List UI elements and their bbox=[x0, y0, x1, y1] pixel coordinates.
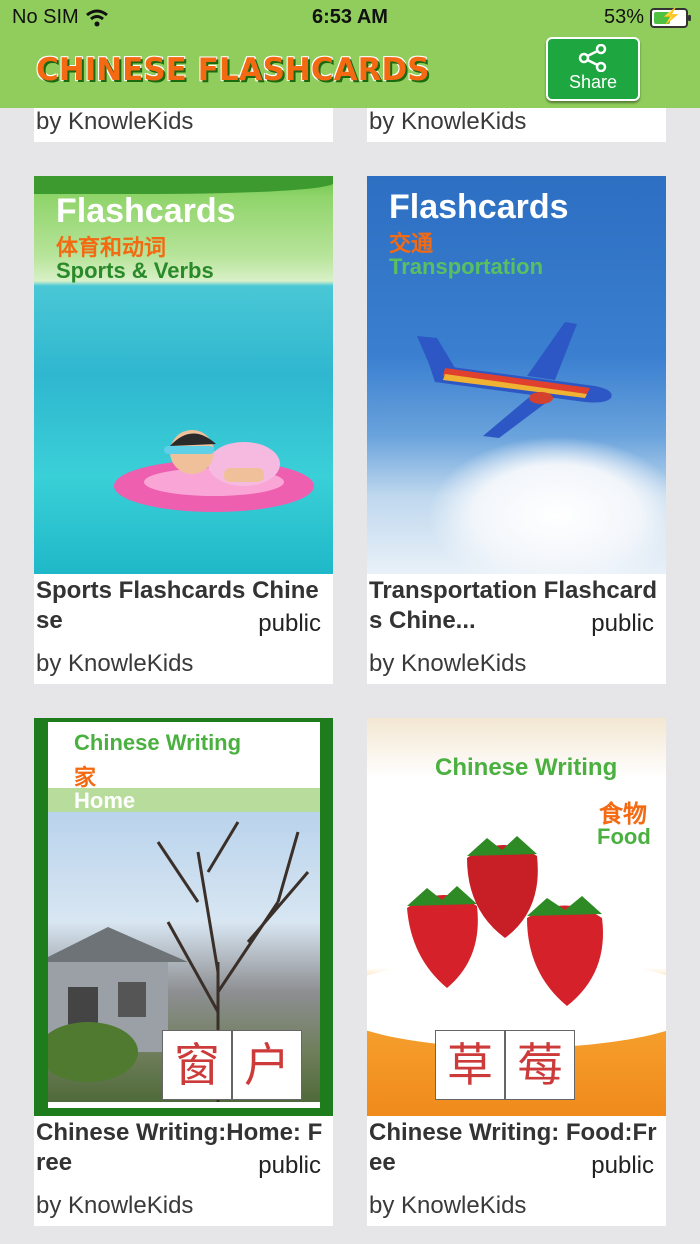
cover-heading: Flashcards bbox=[56, 192, 236, 230]
character-box: 莓 bbox=[505, 1030, 575, 1100]
book-card[interactable]: Flashcards 交通 Transportation Transportat… bbox=[367, 176, 666, 684]
share-label: Share bbox=[568, 72, 618, 92]
app-logo: CHINESE FLASHCARDS bbox=[36, 52, 430, 88]
book-card[interactable]: Flashcards 体育和动词 Sports & Verbs Sports F… bbox=[34, 176, 333, 684]
book-card[interactable]: by KnowleKids bbox=[34, 108, 333, 142]
visibility-label: public bbox=[591, 1152, 654, 1179]
book-cover[interactable]: Flashcards 体育和动词 Sports & Verbs bbox=[34, 176, 333, 574]
cover-heading: Flashcards bbox=[389, 188, 569, 226]
cover-heading: Chinese Writing bbox=[435, 754, 618, 781]
cover-heading: Chinese Writing bbox=[74, 730, 242, 755]
share-button[interactable]: Share bbox=[546, 37, 640, 101]
book-byline: by KnowleKids bbox=[369, 650, 527, 677]
swimming-child-illustration bbox=[114, 430, 314, 512]
book-cover[interactable]: Chinese Writing 家 Home 窗 户 bbox=[34, 718, 333, 1116]
status-bar: No SIM 6:53 AM 53% ⚡ bbox=[0, 0, 700, 36]
character-box: 草 bbox=[435, 1030, 505, 1100]
battery-icon: ⚡ bbox=[650, 7, 691, 28]
clock: 6:53 AM bbox=[312, 6, 388, 28]
cover-english: Sports & Verbs bbox=[56, 258, 214, 283]
airplane-illustration bbox=[417, 322, 612, 438]
visibility-label: public bbox=[591, 610, 654, 637]
book-card[interactable]: Chinese Writing 食物 Food 草 莓 Chinese Writ… bbox=[367, 718, 666, 1226]
cover-english: Home bbox=[74, 788, 136, 813]
strawberry-illustration bbox=[407, 836, 603, 1006]
book-card[interactable]: Chinese Writing 家 Home 窗 户 Chinese Writi… bbox=[34, 718, 333, 1226]
character-box: 户 bbox=[232, 1030, 302, 1100]
visibility-label: public bbox=[258, 610, 321, 637]
book-card[interactable]: by KnowleKids bbox=[367, 108, 666, 142]
book-cover[interactable]: Flashcards 交通 Transportation bbox=[367, 176, 666, 574]
app-header: No SIM 6:53 AM 53% ⚡ CHINESE FLASHCARDS bbox=[0, 0, 700, 108]
book-byline: by KnowleKids bbox=[36, 1192, 194, 1219]
battery-percent: 53% bbox=[603, 6, 644, 28]
share-icon bbox=[578, 44, 607, 72]
book-byline: by KnowleKids bbox=[369, 108, 527, 135]
book-byline: by KnowleKids bbox=[369, 1192, 527, 1219]
visibility-label: public bbox=[258, 1152, 321, 1179]
book-cover[interactable]: Chinese Writing 食物 Food 草 莓 bbox=[367, 718, 666, 1116]
character-box: 窗 bbox=[162, 1030, 232, 1100]
cover-english: Transportation bbox=[389, 254, 544, 279]
book-byline: by KnowleKids bbox=[36, 108, 194, 135]
book-byline: by KnowleKids bbox=[36, 650, 194, 677]
